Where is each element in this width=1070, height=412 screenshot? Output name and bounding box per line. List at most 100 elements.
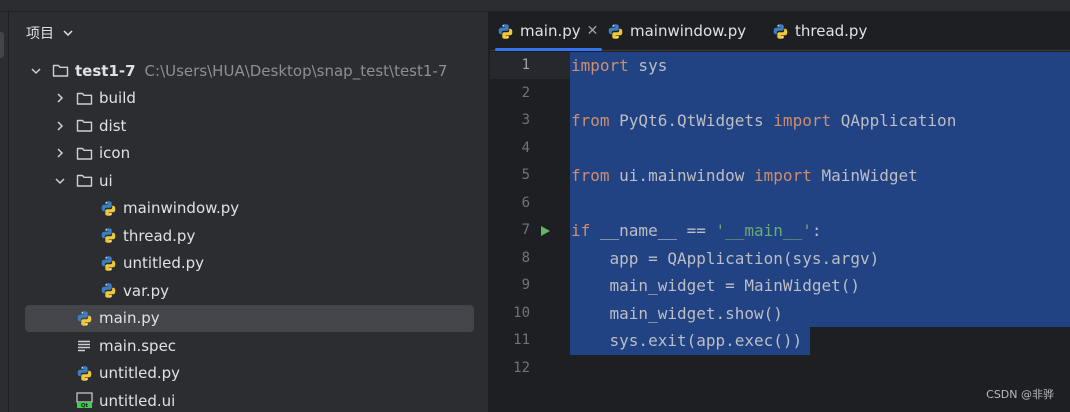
tab-label: main.py — [520, 22, 581, 40]
tree-item-label: main.spec — [99, 336, 177, 355]
project-panel: 项目 test1-7 C:\Users\HUA\Desktop\snap_test… — [9, 12, 489, 412]
python-file-icon — [99, 227, 117, 245]
chevron-right-icon[interactable] — [53, 91, 67, 105]
code-token: main_widget.show() — [571, 303, 783, 323]
line-number: 1 — [521, 57, 530, 73]
tree-item-label: untitled.py — [123, 254, 205, 272]
code-line: app = QApplication(sys.argv) — [571, 245, 880, 272]
tree-item-label: icon — [99, 144, 131, 162]
tree-item-label: test1-7 — [75, 61, 136, 80]
line-gutter: 1 2 3 4 5 6 7 8 9 10 11 12 — [490, 52, 570, 412]
tree-item-label: mainwindow.py — [123, 199, 240, 217]
tab-label: mainwindow.py — [630, 22, 747, 40]
tree-item-label: build — [99, 89, 136, 107]
tree-item[interactable]: untitled.py — [25, 360, 474, 387]
folder-icon — [75, 172, 93, 190]
line-number: 5 — [521, 167, 530, 183]
code-token: sys.exit(app.exec()) — [571, 331, 803, 350]
project-header[interactable]: 项目 — [26, 23, 74, 43]
code-token: from — [571, 166, 610, 185]
code-token: import — [571, 56, 629, 75]
chevron-right-icon[interactable] — [53, 119, 67, 133]
tree-item-label: ui — [99, 171, 113, 190]
code-token: import — [754, 166, 812, 185]
code-editor[interactable]: import sys from PyQt6.QtWidgets import QA… — [570, 52, 1070, 412]
python-file-icon — [772, 23, 789, 40]
editor-tabs: main.py ✕ mainwindow.py thread.py — [490, 12, 1070, 51]
tree-item[interactable]: test1-7 C:\Users\HUA\Desktop\snap_test\te… — [25, 57, 474, 84]
line-number: 9 — [521, 277, 530, 293]
text-file-icon — [75, 337, 93, 355]
python-file-icon — [607, 23, 624, 40]
window-top-strip — [0, 0, 1070, 12]
python-file-icon — [99, 199, 117, 217]
python-file-icon — [99, 254, 117, 272]
tab-main-py[interactable]: main.py ✕ — [494, 12, 603, 51]
tree-item[interactable]: dist — [25, 112, 474, 139]
tree-item-label: untitled.ui — [99, 391, 176, 410]
code-line: if __name__ == '__main__': — [571, 217, 821, 244]
tree-item[interactable]: icon — [25, 140, 474, 167]
code-token: from — [571, 111, 610, 130]
code-token: if — [571, 221, 591, 240]
tree-item[interactable]: mainwindow.py — [25, 195, 474, 222]
tree-item-label: var.py — [123, 281, 170, 300]
code-line: from ui.mainwindow import MainWidget — [571, 162, 918, 189]
tree-item[interactable]: build — [25, 85, 474, 112]
line-number: 8 — [521, 249, 530, 266]
code-token: import — [773, 111, 832, 130]
editor-area: main.py ✕ mainwindow.py thread.py 123456789… — [490, 12, 1070, 412]
code-line: main_widget = MainWidget() — [571, 272, 860, 299]
line-number: 10 — [513, 304, 530, 321]
line-number: 6 — [521, 194, 530, 211]
chevron-down-icon[interactable] — [29, 64, 43, 78]
chevron-down-icon[interactable] — [62, 27, 74, 39]
watermark: CSDN @非骅 — [986, 388, 1054, 401]
tree-item[interactable]: main.spec — [25, 332, 474, 359]
code-token: PyQt6.QtWidgets — [609, 111, 774, 130]
tree-item[interactable]: untitled.py — [25, 250, 474, 277]
chevron-down-icon[interactable] — [53, 174, 67, 188]
code-token: main_widget = MainWidget() — [571, 276, 860, 295]
code-token: : — [811, 221, 822, 240]
tree-item[interactable]: var.py — [25, 277, 474, 304]
tree-item-label: dist — [99, 116, 127, 135]
tool-window-strip — [0, 12, 8, 412]
project-title: 项目 — [26, 26, 54, 42]
tree-item[interactable]: main.py — [25, 304, 474, 332]
tree-item-label: thread.py — [123, 226, 196, 245]
python-file-icon — [75, 309, 93, 327]
tree-item[interactable]: ui — [25, 167, 474, 194]
tree-item-label: main.py — [99, 309, 160, 327]
code-token: __name__ == — [590, 221, 716, 240]
run-icon[interactable] — [539, 217, 551, 244]
code-line: main_widget.show() — [571, 300, 783, 327]
line-number: 3 — [521, 112, 530, 128]
code-token: ui.mainwindow — [609, 166, 755, 185]
code-line: import sys — [571, 52, 667, 79]
close-icon[interactable]: ✕ — [587, 23, 599, 39]
svg-text:Qt: Qt — [80, 403, 88, 409]
folder-icon — [75, 89, 93, 107]
folder-icon — [51, 62, 69, 80]
code-line: from PyQt6.QtWidgets import QApplication — [571, 107, 956, 134]
code-token: QApplication — [831, 111, 957, 130]
tree-item[interactable]: thread.py — [25, 222, 474, 249]
line-number: 11 — [513, 332, 530, 348]
python-file-icon — [75, 364, 93, 382]
project-tool-button[interactable] — [0, 32, 4, 58]
folder-icon — [75, 144, 93, 162]
line-number: 4 — [521, 139, 530, 156]
tree-item[interactable]: Qt untitled.ui — [25, 387, 474, 412]
tab-mainwindow-py[interactable]: mainwindow.py — [607, 12, 746, 50]
tab-thread-py[interactable]: thread.py — [772, 12, 867, 50]
qt-ui-file-icon: Qt — [75, 392, 93, 410]
code-token: sys — [628, 56, 668, 75]
code-line: sys.exit(app.exec()) — [571, 327, 803, 354]
python-file-icon — [497, 23, 514, 40]
chevron-right-icon[interactable] — [53, 146, 67, 160]
project-path: C:\Users\HUA\Desktop\snap_test\test1-7 — [144, 61, 448, 80]
code-token: '__main__' — [715, 221, 812, 240]
python-file-icon — [99, 282, 117, 300]
line-number: 7 — [521, 222, 530, 238]
